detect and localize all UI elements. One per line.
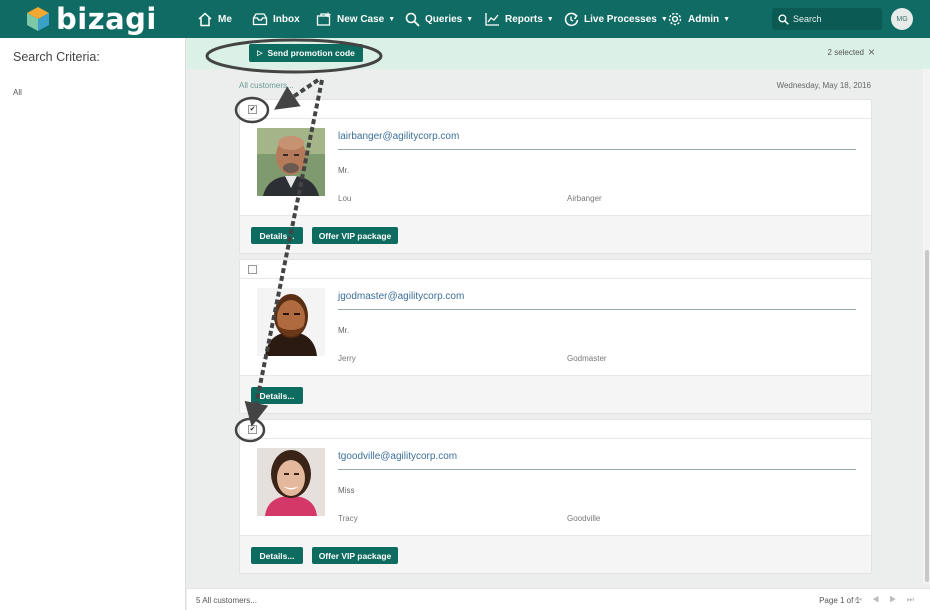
nav-new-case-label: New Case	[337, 13, 385, 25]
customer-photo	[257, 288, 325, 356]
customer-photo	[257, 128, 325, 196]
play-icon: ▷	[257, 50, 263, 57]
customer-email: tgoodville@agilitycorp.com	[338, 451, 458, 462]
top-navigation-bar: bizagi Me Inbox New Case ▼ Queries ▼ Rep…	[0, 0, 930, 38]
send-promotion-code-button[interactable]: ▷ Send promotion code	[249, 44, 363, 62]
details-button[interactable]: Details...	[251, 387, 303, 404]
nav-reports[interactable]: Reports ▼	[485, 0, 554, 38]
nav-me[interactable]: Me	[197, 0, 232, 38]
record-count: 5 All customers...	[196, 596, 257, 605]
selected-count: 2 selected	[827, 48, 864, 57]
filter-all[interactable]: All	[13, 88, 22, 97]
offer-vip-package-button[interactable]: Offer VIP package	[312, 547, 398, 564]
nav-inbox[interactable]: Inbox	[252, 0, 300, 38]
nav-reports-label: Reports	[505, 13, 543, 25]
nav-live-processes[interactable]: Live Processes ▼	[564, 0, 668, 38]
customer-card: ✔ tgoodville@agilitycorp.com Miss Tracy …	[239, 419, 872, 574]
search-box	[772, 8, 882, 30]
select-checkbox[interactable]: ✔	[248, 105, 257, 114]
gear-icon	[668, 12, 682, 26]
search-input[interactable]	[793, 14, 873, 24]
customer-card: ✔ lairbanger@agilitycorp.com Mr. Lou Air…	[239, 99, 872, 254]
customer-first-name: Jerry	[338, 354, 356, 363]
bizagi-logo[interactable]: bizagi	[26, 4, 157, 34]
customer-last-name: Airbanger	[567, 194, 602, 203]
select-checkbox[interactable]	[248, 265, 257, 274]
card-footer: Details...	[240, 375, 871, 413]
nav-queries[interactable]: Queries ▼	[405, 0, 473, 38]
customer-email: lairbanger@agilitycorp.com	[338, 131, 460, 142]
inbox-icon	[252, 13, 268, 26]
details-button[interactable]: Details...	[251, 547, 303, 564]
breadcrumb[interactable]: All customers...	[239, 81, 294, 90]
chevron-down-icon: ▼	[388, 15, 396, 23]
search-icon	[405, 12, 420, 27]
nav-new-case[interactable]: New Case ▼	[316, 0, 395, 38]
search-criteria-sidebar: Search Criteria: All	[0, 38, 186, 610]
chevron-down-icon: ▼	[546, 15, 554, 23]
customer-first-name: Lou	[338, 194, 352, 203]
nav-admin[interactable]: Admin ▼	[667, 0, 730, 38]
action-bar: ▷ Send promotion code 2 selected ×	[187, 38, 930, 69]
card-footer: Details... Offer VIP package	[240, 215, 871, 253]
scrollbar-thumb[interactable]	[925, 250, 929, 582]
divider	[338, 149, 856, 150]
pagination-controls[interactable]: ⏮ ◀ ▶ ⏭	[855, 595, 918, 605]
customer-last-name: Godmaster	[567, 354, 607, 363]
nav-queries-label: Queries	[425, 13, 463, 25]
card-header: ✔	[240, 420, 871, 439]
reports-icon	[485, 13, 499, 26]
home-icon	[198, 11, 212, 26]
customer-first-name: Tracy	[338, 514, 358, 523]
chevron-down-icon: ▼	[723, 15, 731, 23]
customer-card: jgodmaster@agilitycorp.com Mr. Jerry God…	[239, 259, 872, 414]
customer-title: Mr.	[338, 326, 350, 335]
card-body: lairbanger@agilitycorp.com Mr. Lou Airba…	[240, 119, 871, 215]
customer-title: Miss	[338, 486, 355, 495]
select-checkbox[interactable]: ✔	[248, 425, 257, 434]
nav-admin-label: Admin	[688, 13, 720, 25]
divider	[338, 469, 856, 470]
new-case-icon	[316, 12, 331, 26]
current-date: Wednesday, May 18, 2016	[776, 81, 871, 90]
customer-photo	[257, 448, 325, 516]
card-body: jgodmaster@agilitycorp.com Mr. Jerry God…	[240, 279, 871, 375]
card-header: ✔	[240, 100, 871, 119]
nav-me-label: Me	[218, 13, 232, 25]
divider	[338, 309, 856, 310]
card-footer: Details... Offer VIP package	[240, 535, 871, 573]
sidebar-title: Search Criteria:	[13, 50, 100, 64]
nav-inbox-label: Inbox	[273, 13, 300, 25]
details-button[interactable]: Details...	[251, 227, 303, 244]
card-body: tgoodville@agilitycorp.com Miss Tracy Go…	[240, 439, 871, 535]
live-processes-icon	[564, 12, 579, 26]
close-icon[interactable]: ×	[868, 45, 875, 59]
customer-last-name: Goodville	[567, 514, 601, 523]
chevron-down-icon: ▼	[466, 15, 474, 23]
customer-email: jgodmaster@agilitycorp.com	[338, 291, 465, 302]
send-promotion-code-label: Send promotion code	[267, 48, 355, 58]
customer-title: Mr.	[338, 166, 350, 175]
list-footer: 5 All customers... Page 1 of 1 ⏮ ◀ ▶ ⏭	[187, 588, 930, 610]
offer-vip-package-button[interactable]: Offer VIP package	[312, 227, 398, 244]
search-icon	[778, 13, 789, 25]
user-avatar[interactable]: MG	[891, 8, 913, 30]
nav-live-processes-label: Live Processes	[584, 13, 657, 25]
bizagi-logo-icon	[27, 7, 49, 31]
card-header	[240, 260, 871, 279]
app-name: bizagi	[56, 2, 157, 36]
